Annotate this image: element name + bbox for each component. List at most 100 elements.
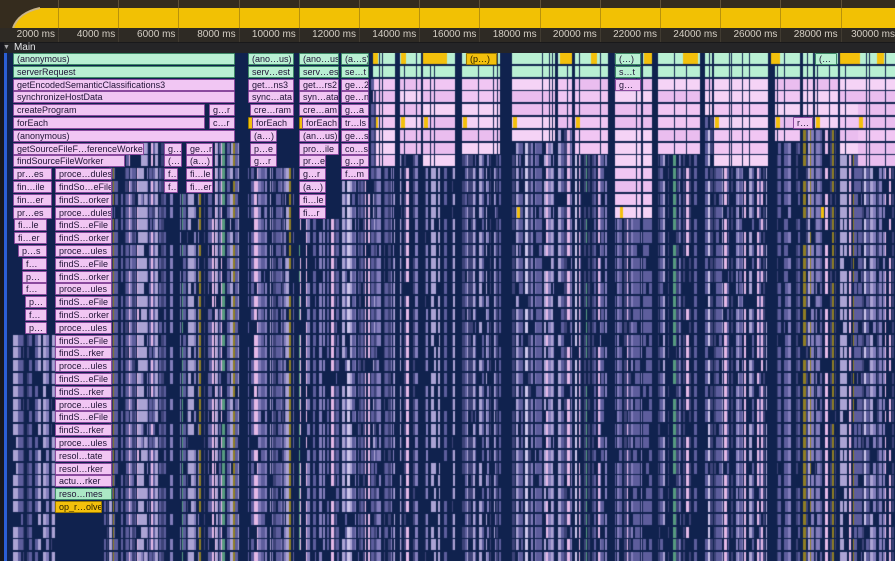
flame-bar[interactable]: (anonymous)	[13, 53, 235, 65]
flame-bar[interactable]: findSo…eFile	[55, 181, 112, 193]
flame-bar[interactable]: findS…orker	[55, 194, 112, 206]
flame-bar[interactable]: ge…n	[341, 91, 369, 103]
flame-bar[interactable]: resol…tate	[55, 450, 112, 462]
flame-bar[interactable]: (a…)	[186, 155, 213, 167]
flame-bar[interactable]: tr…ls	[341, 117, 369, 129]
flame-bar[interactable]: proce…ules	[55, 360, 112, 372]
flame-bar[interactable]: resol…rker	[55, 463, 112, 475]
flame-bar[interactable]: (ano…us)	[248, 53, 294, 65]
flame-bar[interactable]: findS…eFile	[55, 296, 112, 308]
flame-bar[interactable]: (a…)	[250, 130, 277, 142]
flame-bar[interactable]: f…m	[341, 168, 369, 180]
flame-bar[interactable]: c…r	[209, 117, 235, 129]
flame-bar[interactable]: p…s	[18, 245, 47, 257]
flame-bar[interactable]: findS…eFile	[55, 219, 112, 231]
flame-bar[interactable]: synchronizeHostData	[13, 91, 235, 103]
flame-bar[interactable]: op_r…olve	[55, 501, 102, 513]
flame-bar[interactable]: co…s	[341, 143, 369, 155]
flame-bar[interactable]: g…r	[250, 155, 277, 167]
flame-chart[interactable]: (anonymous)serverRequestgetEncodedSemant…	[0, 53, 895, 561]
flame-bar[interactable]: pr…es	[13, 168, 52, 180]
flame-bar[interactable]: getEncodedSemanticClassifications3	[13, 79, 235, 91]
flame-bar[interactable]: findSourceFileWorker	[13, 155, 125, 167]
flame-bar[interactable]: fi…le	[299, 194, 326, 206]
flame-bar[interactable]: f…	[25, 309, 47, 321]
flame-bar[interactable]: fi…er	[14, 232, 47, 244]
flame-bar[interactable]: g…	[164, 143, 182, 155]
flame-bar[interactable]: proce…ules	[55, 399, 112, 411]
flame-bar[interactable]: f…	[22, 258, 47, 270]
flame-bar[interactable]: sync…ata	[248, 91, 294, 103]
flame-bar[interactable]: forEach	[13, 117, 205, 129]
flame-bar[interactable]: findS…eFile	[55, 335, 112, 347]
flame-bar[interactable]: fi…le	[14, 219, 47, 231]
flame-bar[interactable]: fi…r	[299, 207, 326, 219]
flame-bar[interactable]: p…	[25, 296, 47, 308]
flame-bar[interactable]: proce…ules	[55, 437, 112, 449]
flame-bar[interactable]: proce…ules	[55, 322, 112, 334]
flame-bar[interactable]: get…rs2	[299, 79, 339, 91]
flame-bar[interactable]: createProgram	[13, 104, 205, 116]
flame-bar[interactable]: f…	[164, 181, 178, 193]
flame-bar[interactable]: (a…)	[299, 181, 326, 193]
flame-bar[interactable]: pr…e	[299, 155, 326, 167]
flame-bar[interactable]: g…a	[341, 104, 369, 116]
flame-bar[interactable]: (a…s)	[341, 53, 369, 65]
flame-bar[interactable]: cre…am	[299, 104, 339, 116]
flame-bar[interactable]: se…t	[341, 66, 369, 78]
flame-bar[interactable]: serv…est	[248, 66, 294, 78]
flame-bar[interactable]: fi…le	[186, 168, 213, 180]
flame-bar[interactable]: proce…ules	[55, 283, 112, 295]
flame-bar[interactable]: proce…ules	[55, 245, 112, 257]
flame-bar[interactable]: g…r	[299, 168, 326, 180]
flame-bar[interactable]: p…e	[250, 143, 277, 155]
flame-bar[interactable]: findS…rker	[55, 386, 112, 398]
flame-bar[interactable]: proce…dules	[55, 207, 112, 219]
collapse-triangle-icon[interactable]: ▼	[3, 43, 10, 53]
flame-bar[interactable]: findS…eFile	[55, 411, 112, 423]
flame-bar[interactable]: get…ns3	[248, 79, 294, 91]
flame-bar[interactable]: fin…er	[13, 194, 52, 206]
flame-bar[interactable]: pro…ile	[299, 143, 339, 155]
flame-bar[interactable]: forEach	[302, 117, 339, 129]
timeline-ruler[interactable]: 2000 ms4000 ms6000 ms8000 ms10000 ms1200…	[0, 28, 895, 42]
flame-bar[interactable]: serv…est	[299, 66, 339, 78]
cpu-overview-strip[interactable]	[0, 0, 895, 28]
flame-bar[interactable]: (…	[815, 53, 837, 65]
main-track-header[interactable]: ▼ Main	[0, 42, 895, 53]
flame-bar[interactable]: getSourceFileF…ferenceWorker	[13, 143, 144, 155]
flame-bar[interactable]: f…	[22, 283, 47, 295]
flame-bar[interactable]: cre…ram	[250, 104, 294, 116]
flame-bar[interactable]: findS…eFile	[55, 373, 112, 385]
flame-bar[interactable]: p…	[22, 271, 47, 283]
flame-bar[interactable]: (p…)	[466, 53, 497, 65]
flame-bar[interactable]: findS…orker	[55, 309, 112, 321]
flame-bar[interactable]: ge…r	[186, 143, 213, 155]
flame-bar[interactable]: fin…ile	[13, 181, 52, 193]
flame-bar[interactable]: (…)	[615, 53, 641, 65]
flame-bar[interactable]: findS…rker	[55, 424, 112, 436]
flame-bar[interactable]: ge…2	[341, 79, 369, 91]
flame-bar[interactable]: (…	[164, 155, 182, 167]
flame-bar[interactable]: reso…mes	[55, 488, 112, 500]
flame-bar[interactable]: serverRequest	[13, 66, 235, 78]
flame-bar[interactable]: findS…rker	[55, 347, 112, 359]
flame-bar[interactable]: (ano…us)	[299, 53, 339, 65]
flame-bar[interactable]: forEach	[252, 117, 294, 129]
flame-bar[interactable]: (an…us)	[299, 130, 339, 142]
flame-bar[interactable]: p…	[25, 322, 47, 334]
flame-bar[interactable]: proce…dules	[55, 168, 112, 180]
flame-bar[interactable]: actu…rker	[55, 475, 112, 487]
flame-bar[interactable]: (anonymous)	[13, 130, 235, 142]
flame-bar[interactable]: fi…er	[186, 181, 213, 193]
flame-bar[interactable]: f…	[164, 168, 178, 180]
flame-bar[interactable]: g…	[615, 79, 641, 91]
flame-bar[interactable]: r…	[793, 117, 813, 129]
flame-bar[interactable]: g…r	[209, 104, 235, 116]
flame-bar[interactable]: findS…orker	[55, 271, 112, 283]
flame-bar[interactable]: g…p	[341, 155, 369, 167]
flame-bar[interactable]: findS…eFile	[55, 258, 112, 270]
flame-bar[interactable]: pr…es	[13, 207, 52, 219]
flame-bar[interactable]: ge…s	[341, 130, 369, 142]
flame-bar[interactable]: findS…orker	[55, 232, 112, 244]
